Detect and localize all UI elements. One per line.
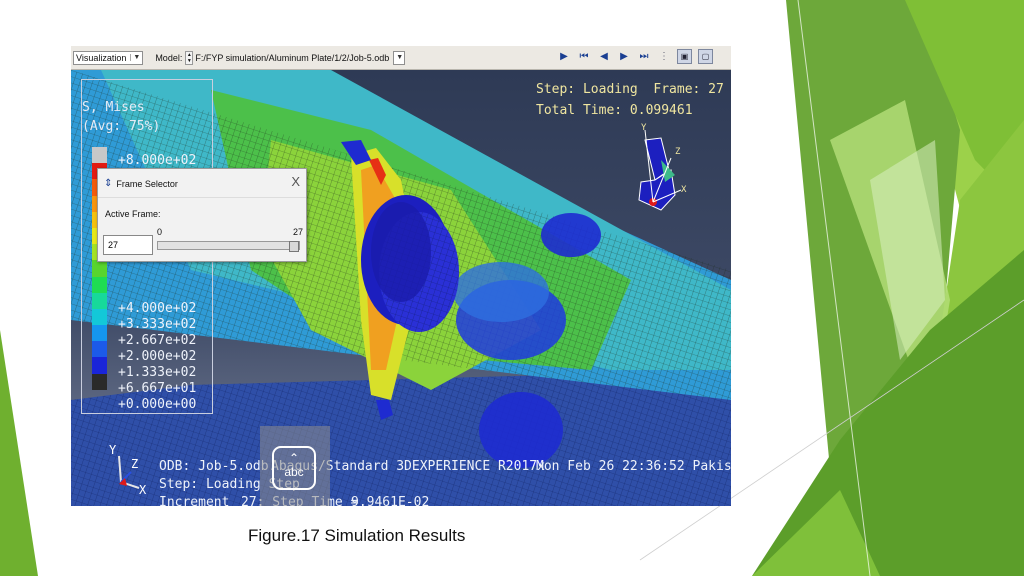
legend-value: +3.333e+02 bbox=[118, 317, 197, 332]
triad-z-label: Z bbox=[131, 457, 138, 471]
model-path: F:/FYP simulation/Aluminum Plate/1/2/Job… bbox=[195, 52, 390, 63]
chevron-down-icon: ▼ bbox=[396, 54, 404, 61]
legend-value-bottom: +0.000e+00 bbox=[118, 397, 197, 412]
abc-annotation-icon[interactable]: ⌃ abc bbox=[272, 446, 316, 490]
frame-selector-icon: ⇕ bbox=[104, 178, 113, 189]
legend-variable: S, Mises bbox=[82, 100, 145, 115]
legend-value: +4.000e+02 bbox=[118, 301, 197, 316]
legend-color-swatch bbox=[92, 373, 107, 390]
model-select-dropdown[interactable]: ▼ bbox=[393, 50, 406, 65]
legend-averaging: (Avg: 75%) bbox=[82, 119, 161, 134]
view-triad: Y Z X bbox=[638, 123, 687, 211]
frame-selector-dialog: ⇕ Frame Selector X Active Frame: 0 27 bbox=[97, 168, 307, 262]
module-select[interactable]: Visualization ▼ bbox=[73, 50, 144, 65]
legend-color-swatch bbox=[92, 341, 107, 358]
model-label: Model: bbox=[155, 52, 183, 63]
legend-value: +2.667e+02 bbox=[118, 333, 197, 348]
active-frame-label: Active Frame: bbox=[105, 209, 161, 219]
viewport[interactable]: S, Mises (Avg: 75%) +8.000e+02 +4.000e+0… bbox=[71, 70, 731, 506]
step-frame-text: Step: Loading Frame: 27 bbox=[536, 82, 724, 97]
first-frame-icon[interactable]: ⏮ bbox=[577, 49, 591, 64]
legend-title: S, Mises (Avg: 75%) bbox=[82, 98, 160, 136]
triad-z-label: Z bbox=[675, 147, 681, 157]
frame-selector-icon[interactable]: ⋮ bbox=[657, 49, 671, 64]
abc-label: abc bbox=[284, 465, 304, 479]
movie-options-icon[interactable]: ▢ bbox=[698, 49, 713, 64]
module-select-value: Visualization bbox=[76, 52, 127, 63]
date-text: Mon Feb 26 22:36:52 Pakistan St bbox=[536, 459, 731, 474]
legend-value: +6.667e+01 bbox=[118, 381, 197, 396]
slider-max-label: 27 bbox=[292, 227, 303, 237]
dialog-title: Frame Selector bbox=[116, 178, 178, 189]
chevron-down-icon: ▼ bbox=[130, 54, 140, 61]
triad-y-label: Y bbox=[109, 443, 117, 457]
axis-triad-icon: Y Z X bbox=[109, 443, 147, 497]
legend-color-swatch bbox=[92, 325, 107, 342]
increment-value: 9.9461E-02 bbox=[351, 495, 430, 506]
triad-x-label: X bbox=[681, 185, 687, 195]
triad-y-label: Y bbox=[641, 123, 647, 133]
last-frame-icon[interactable]: ⏭ bbox=[637, 49, 651, 64]
total-time-text: Total Time: 0.099461 bbox=[536, 103, 693, 118]
legend-color-swatch bbox=[92, 357, 107, 374]
increment-label: Increment bbox=[159, 495, 230, 506]
dialog-separator bbox=[98, 197, 306, 198]
abaqus-window: Visualization ▼ Model: ▲ ▼ F:/FYP simulat… bbox=[71, 46, 731, 506]
triad-x-label: X bbox=[139, 483, 147, 497]
legend-color-swatch bbox=[92, 260, 107, 277]
legend-value: +2.000e+02 bbox=[118, 349, 197, 364]
legend-color-swatch bbox=[92, 276, 107, 293]
legend-color-swatch bbox=[92, 147, 107, 164]
dialog-titlebar: ⇕ Frame Selector bbox=[104, 178, 178, 189]
frame-slider-handle[interactable] bbox=[289, 241, 299, 252]
play-icon[interactable]: ▶ bbox=[557, 49, 571, 64]
next-frame-icon[interactable]: ▶ bbox=[617, 49, 631, 64]
animation-controls: ▶ ⏮ ◀ ▶ ⏭ ⋮ ▣ ▢ bbox=[557, 49, 713, 64]
slider-min-label: 0 bbox=[157, 227, 163, 237]
odb-text: ODB: Job-5.odb bbox=[159, 459, 269, 474]
figure-caption: Figure.17 Simulation Results bbox=[248, 526, 466, 545]
frame-slider[interactable] bbox=[157, 241, 300, 252]
active-frame-input[interactable] bbox=[103, 235, 153, 255]
legend-color-swatch bbox=[92, 292, 107, 309]
legend-value: +1.333e+02 bbox=[118, 365, 197, 380]
context-toolbar: Visualization ▼ Model: ▲ ▼ F:/FYP simulat… bbox=[71, 46, 731, 70]
annotation-overlay[interactable]: ⌃ abc bbox=[260, 426, 330, 506]
previous-frame-icon[interactable]: ◀ bbox=[597, 49, 611, 64]
legend-color-swatch bbox=[92, 308, 107, 326]
close-icon[interactable]: X bbox=[291, 174, 300, 189]
model-stepper-icon[interactable]: ▲ ▼ bbox=[185, 50, 194, 65]
animation-options-icon[interactable]: ▣ bbox=[677, 49, 692, 64]
legend-value-top: +8.000e+02 bbox=[118, 153, 197, 168]
